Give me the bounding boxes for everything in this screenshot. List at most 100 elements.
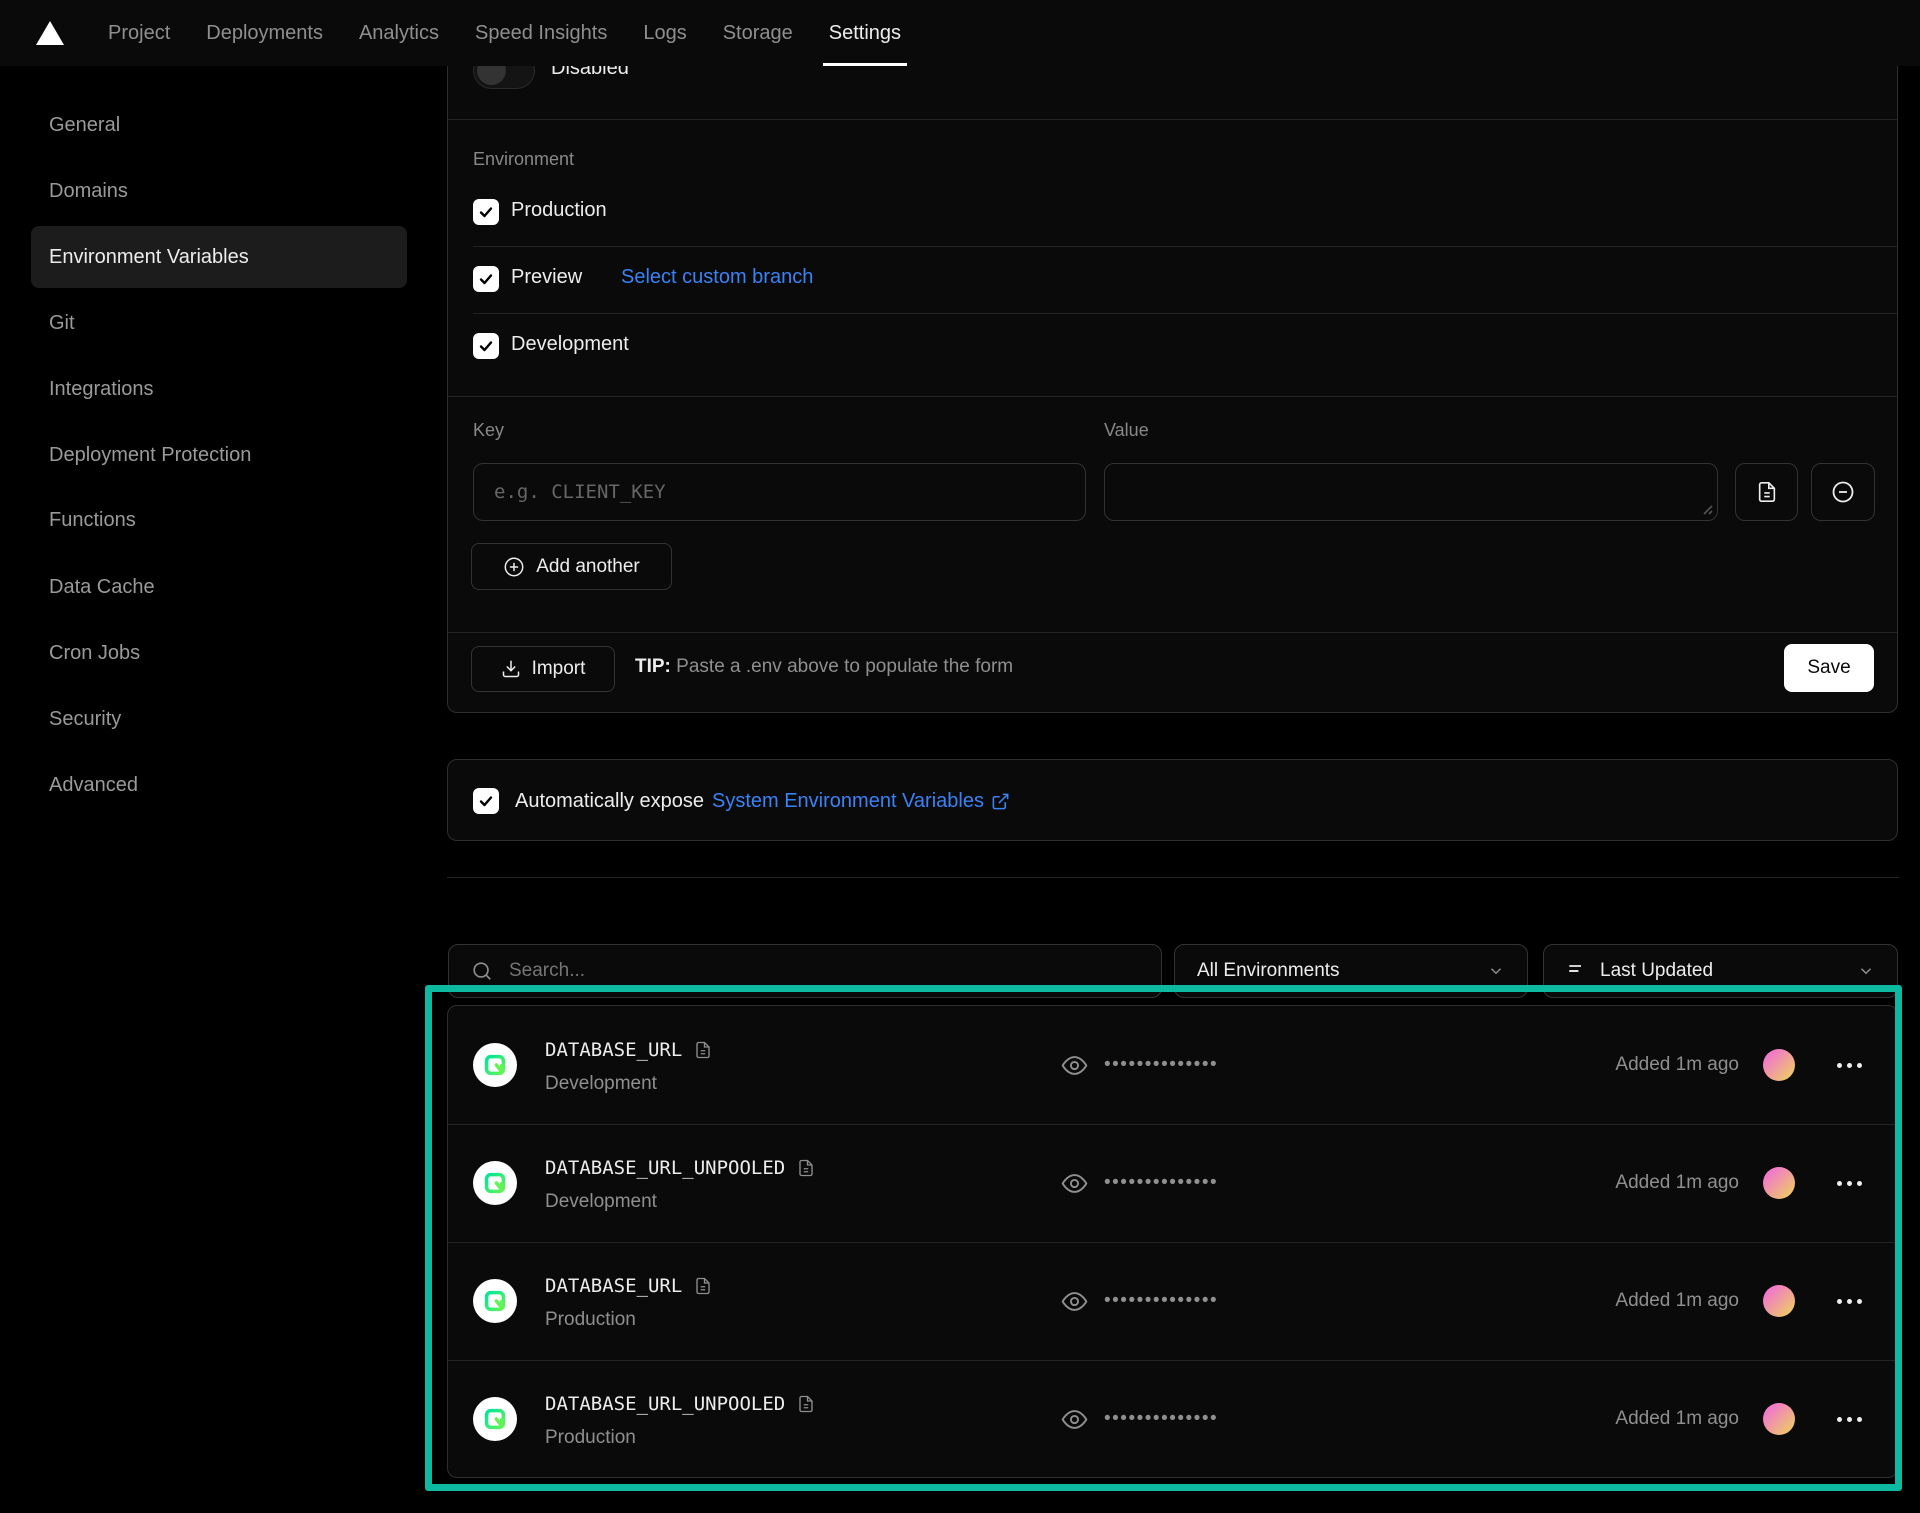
neon-integration-icon	[473, 1161, 517, 1205]
checkbox-expose-system-env[interactable]	[473, 788, 499, 814]
nav-item-analytics[interactable]: Analytics	[359, 0, 439, 66]
env-var-row[interactable]: DATABASE_URL Development •••••••••••••• …	[448, 1006, 1897, 1124]
sort-value: Last Updated	[1600, 960, 1843, 982]
key-input[interactable]	[473, 463, 1086, 521]
import-label: Import	[532, 658, 586, 680]
reveal-value-button[interactable]	[1061, 1170, 1088, 1197]
add-another-button[interactable]: Add another	[471, 543, 672, 590]
creator-avatar[interactable]	[1763, 1285, 1795, 1317]
sidebar-item-environment-variables[interactable]: Environment Variables	[31, 226, 407, 288]
reveal-value-button[interactable]	[1061, 1052, 1088, 1079]
row-menu-button[interactable]	[1837, 1360, 1862, 1478]
note-icon[interactable]	[797, 1159, 815, 1177]
env-key-name: DATABASE_URL	[545, 1039, 682, 1061]
sidebar-item-data-cache[interactable]: Data Cache	[31, 554, 407, 620]
added-timestamp: Added 1m ago	[1615, 1242, 1739, 1360]
row-menu-button[interactable]	[1837, 1124, 1862, 1242]
checkbox-development[interactable]	[473, 333, 499, 359]
env-var-row[interactable]: DATABASE_URL Production •••••••••••••• A…	[448, 1242, 1897, 1360]
sidebar-item-git[interactable]: Git	[31, 290, 407, 356]
row-menu-button[interactable]	[1837, 1006, 1862, 1124]
check-icon	[478, 338, 494, 354]
eye-icon	[1061, 1288, 1088, 1315]
sidebar-item-domains[interactable]: Domains	[31, 158, 407, 224]
search-icon	[471, 960, 493, 982]
external-link-icon	[991, 792, 1010, 811]
env-var-row[interactable]: DATABASE_URL_UNPOOLED Development ••••••…	[448, 1124, 1897, 1242]
sidebar-item-functions[interactable]: Functions	[31, 487, 407, 553]
env-variables-list: DATABASE_URL Development •••••••••••••• …	[447, 1005, 1898, 1478]
import-button[interactable]: Import	[471, 646, 615, 692]
import-tip: TIP: Paste a .env above to populate the …	[635, 656, 1013, 678]
creator-avatar[interactable]	[1763, 1049, 1795, 1081]
sidebar-item-security[interactable]: Security	[31, 686, 407, 752]
eye-icon	[1061, 1406, 1088, 1433]
note-icon[interactable]	[694, 1041, 712, 1059]
sidebar-item-general[interactable]: General	[31, 92, 407, 158]
row-menu-button[interactable]	[1837, 1242, 1862, 1360]
chevron-down-icon	[1857, 962, 1875, 980]
save-button[interactable]: Save	[1784, 644, 1874, 692]
system-env-variables-link[interactable]: System Environment Variables	[712, 790, 1010, 813]
env-target: Development	[545, 1191, 657, 1213]
system-env-card: Automatically expose System Environment …	[447, 759, 1898, 841]
divider	[473, 246, 1897, 247]
masked-value: ••••••••••••••	[1104, 1360, 1218, 1478]
creator-avatar[interactable]	[1763, 1167, 1795, 1199]
page: Project Deployments Analytics Speed Insi…	[0, 0, 1920, 1513]
search-field[interactable]	[448, 944, 1162, 998]
env-target: Production	[545, 1427, 636, 1449]
sort-dropdown[interactable]: Last Updated	[1543, 944, 1898, 998]
creator-avatar[interactable]	[1763, 1403, 1795, 1435]
checkbox-label-preview[interactable]: Preview	[511, 266, 582, 289]
neon-integration-icon	[473, 1397, 517, 1441]
divider	[448, 396, 1897, 397]
eye-icon	[1061, 1052, 1088, 1079]
expose-label: Automatically expose	[515, 790, 704, 813]
reveal-value-button[interactable]	[1061, 1288, 1088, 1315]
environment-filter-value: All Environments	[1197, 960, 1340, 982]
paste-env-button[interactable]	[1735, 463, 1798, 521]
chevron-down-icon	[1487, 962, 1505, 980]
sidebar-item-cron-jobs[interactable]: Cron Jobs	[31, 620, 407, 686]
env-var-row[interactable]: DATABASE_URL_UNPOOLED Production •••••••…	[448, 1360, 1897, 1478]
check-icon	[478, 204, 494, 220]
vercel-logo-icon[interactable]	[36, 21, 64, 45]
divider	[448, 632, 1897, 633]
value-input[interactable]	[1104, 463, 1718, 521]
plus-circle-icon	[503, 556, 525, 578]
search-input[interactable]	[509, 960, 1109, 982]
sidebar-item-advanced[interactable]: Advanced	[31, 752, 407, 818]
nav-item-deployments[interactable]: Deployments	[206, 0, 323, 66]
masked-value: ••••••••••••••	[1104, 1242, 1218, 1360]
top-navigation: Project Deployments Analytics Speed Insi…	[0, 0, 1920, 66]
nav-item-storage[interactable]: Storage	[723, 0, 793, 66]
checkbox-preview[interactable]	[473, 266, 499, 292]
nav-item-speed-insights[interactable]: Speed Insights	[475, 0, 607, 66]
minus-circle-icon	[1831, 480, 1855, 504]
env-key-name: DATABASE_URL_UNPOOLED	[545, 1157, 785, 1179]
nav-item-project[interactable]: Project	[108, 0, 170, 66]
reveal-value-button[interactable]	[1061, 1406, 1088, 1433]
sidebar-item-deployment-protection[interactable]: Deployment Protection	[31, 422, 407, 488]
select-custom-branch-link[interactable]: Select custom branch	[621, 266, 813, 289]
checkbox-production[interactable]	[473, 199, 499, 225]
added-timestamp: Added 1m ago	[1615, 1006, 1739, 1124]
download-icon	[501, 659, 521, 679]
environment-filter-dropdown[interactable]: All Environments	[1174, 944, 1528, 998]
added-timestamp: Added 1m ago	[1615, 1124, 1739, 1242]
checkbox-label-development[interactable]: Development	[511, 333, 629, 356]
tip-text: Paste a .env above to populate the form	[671, 656, 1013, 677]
checkbox-label-production[interactable]: Production	[511, 199, 607, 222]
nav-item-settings[interactable]: Settings	[829, 0, 901, 66]
env-key-name: DATABASE_URL	[545, 1275, 682, 1297]
sidebar-item-integrations[interactable]: Integrations	[31, 356, 407, 422]
nav-item-logs[interactable]: Logs	[643, 0, 686, 66]
note-icon[interactable]	[797, 1395, 815, 1413]
section-divider	[447, 877, 1899, 878]
masked-value: ••••••••••••••	[1104, 1006, 1218, 1124]
resize-grip-icon[interactable]	[1699, 501, 1713, 515]
system-env-variables-link-text: System Environment Variables	[712, 790, 984, 813]
note-icon[interactable]	[694, 1277, 712, 1295]
remove-row-button[interactable]	[1811, 463, 1875, 521]
